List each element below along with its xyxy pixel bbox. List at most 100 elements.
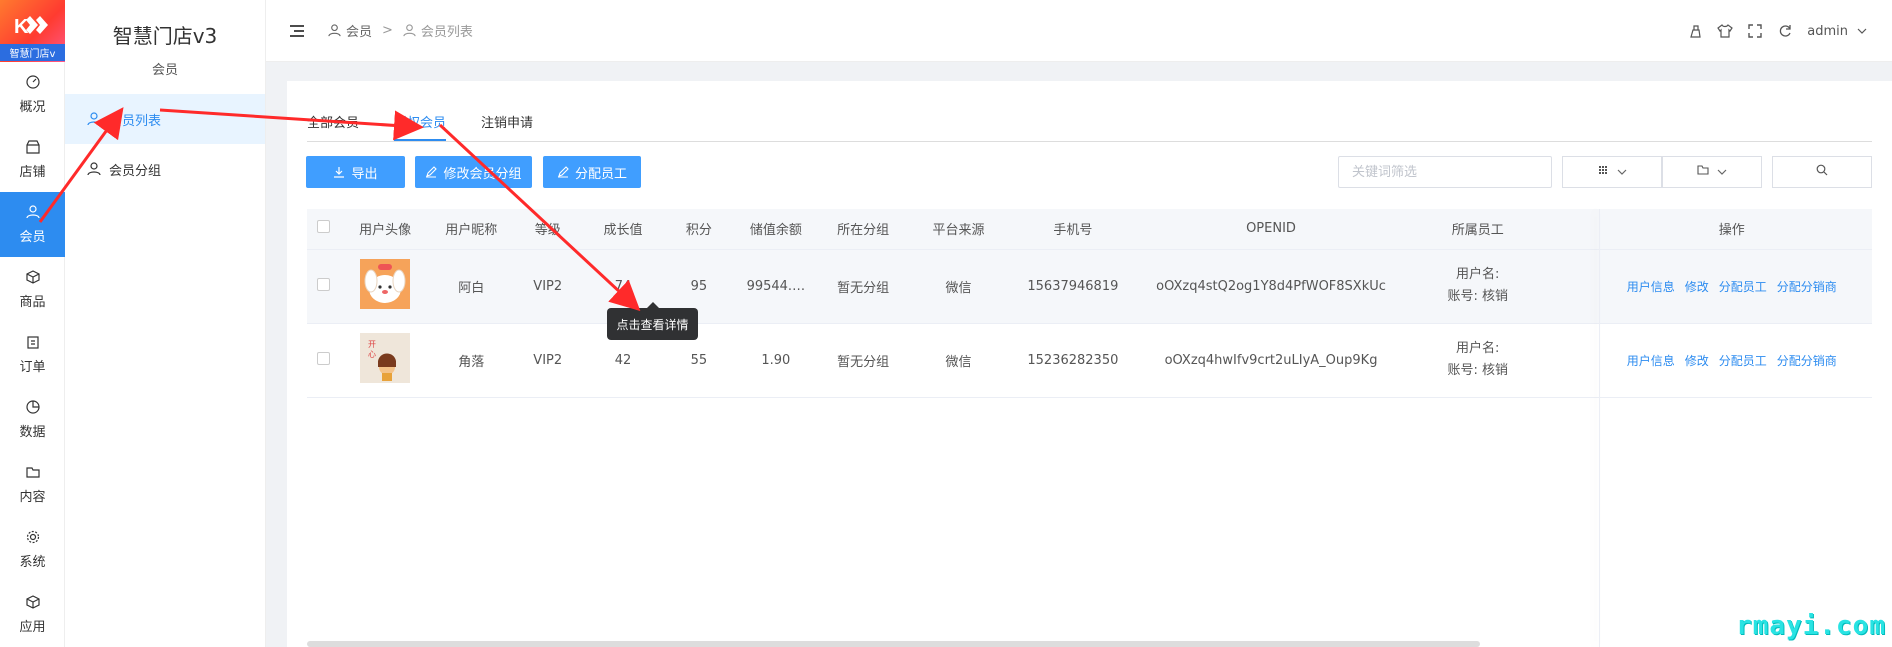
grid-icon [1597, 164, 1609, 180]
level-cell: VIP2 [511, 249, 584, 324]
level-cell: VIP2 [511, 323, 584, 398]
tab-authorized-members[interactable]: 授权会员 [394, 112, 447, 141]
phone-cell: 15637946819 [1006, 249, 1139, 324]
member-table: 用户头像 用户昵称 等级 成长值 积分 储值余额 所在分组 平台来源 手机号 O… [307, 209, 1872, 398]
spacer-header [1552, 209, 1592, 250]
assign-distributor-link[interactable]: 分配分销商 [1777, 354, 1837, 368]
select-all-checkbox[interactable] [316, 220, 330, 234]
avatar[interactable] [360, 259, 411, 309]
rail-item-overview[interactable]: 概况 [0, 62, 65, 127]
tab-cancel-requests[interactable]: 注销申请 [481, 112, 533, 141]
avatar-cell: 开心 [339, 323, 432, 398]
horizontal-scrollbar[interactable] [307, 641, 1480, 647]
table-row[interactable]: 阿白 VIP2 74 95 99544.… 暂无分组 微信 1563794681… [307, 249, 1872, 324]
edit-link[interactable]: 修改 [1685, 354, 1709, 368]
icon-rail: K 智慧门店v 概况 店铺 会员 商品 订单 数据 内容 系统 应用 [0, 0, 65, 647]
subnav-item-label: 会员分组 [109, 163, 162, 179]
assign-staff-link[interactable]: 分配员工 [1719, 280, 1767, 294]
column-header: OPENID [1138, 209, 1404, 250]
chevron-down-icon [1717, 165, 1727, 180]
keyword-search-input[interactable] [1338, 156, 1552, 188]
rail-item-data[interactable]: 数据 [0, 387, 65, 452]
folder-icon [25, 464, 41, 480]
search-button[interactable] [1772, 156, 1872, 188]
tab-all-members[interactable]: 全部会员 [307, 112, 359, 141]
actions-cell: 用户信息 修改 分配员工 分配分销商 [1591, 249, 1872, 324]
rail-item-system[interactable]: 系统 [0, 517, 65, 582]
user-icon [25, 204, 41, 220]
row-checkbox[interactable] [316, 277, 330, 291]
staff-username: 用户名: [1456, 341, 1500, 356]
select-all-cell [307, 209, 340, 250]
rail-item-label: 数据 [19, 425, 46, 440]
row-select-cell [307, 323, 340, 398]
fullscreen-icon[interactable] [1747, 23, 1763, 39]
breadcrumb-item[interactable]: 会员 [346, 21, 372, 40]
rail-item-label: 商品 [19, 295, 46, 310]
nickname-cell: 阿白 [431, 249, 512, 324]
rail-item-label: 内容 [19, 490, 46, 505]
menu-toggle-icon[interactable] [286, 20, 308, 42]
gear-icon [25, 529, 41, 545]
staff-cell: 用户名: 账号: 核销 [1403, 249, 1553, 324]
header-actions: admin [1687, 0, 1870, 62]
user-info-link[interactable]: 用户信息 [1627, 354, 1675, 368]
member-tabs: 全部会员 授权会员 注销申请 [307, 112, 1872, 142]
column-header: 积分 [662, 209, 736, 250]
assign-distributor-link[interactable]: 分配分销商 [1777, 280, 1837, 294]
breadcrumb-separator: > [382, 23, 393, 38]
rail-item-label: 订单 [19, 360, 46, 375]
export-button[interactable]: 导出 [306, 156, 405, 188]
table-row[interactable]: 开心 角落 VIP2 42 55 1.90 暂无分组 微信 1523628235… [307, 323, 1872, 398]
column-header: 用户头像 [339, 209, 432, 250]
app-logo[interactable]: K 智慧门店v [0, 0, 65, 62]
pie-icon [25, 399, 41, 415]
export-options-dropdown[interactable] [1662, 156, 1762, 188]
rail-item-goods[interactable]: 商品 [0, 257, 65, 322]
column-header: 等级 [511, 209, 584, 250]
subnav-item-member-list[interactable]: 会员列表 [65, 94, 265, 144]
chevron-down-icon[interactable] [1854, 23, 1870, 39]
edit-member-group-button[interactable]: 修改会员分组 [415, 156, 532, 188]
subnav-item-member-group[interactable]: 会员分组 [65, 144, 265, 194]
fixed-column-divider [1599, 209, 1600, 647]
rail-item-label: 应用 [19, 620, 46, 635]
edit-icon [557, 166, 569, 178]
clear-cache-icon[interactable] [1687, 23, 1703, 39]
user-info-link[interactable]: 用户信息 [1627, 280, 1675, 294]
user-icon [328, 23, 342, 38]
rail-item-order[interactable]: 订单 [0, 322, 65, 387]
user-icon [403, 23, 417, 38]
assign-staff-button[interactable]: 分配员工 [543, 156, 641, 188]
chevron-down-icon [1617, 165, 1627, 180]
rail-item-member[interactable]: 会员 [0, 192, 65, 257]
avatar[interactable]: 开心 [360, 333, 411, 383]
staff-account: 账号: 核销 [1447, 289, 1508, 304]
edit-link[interactable]: 修改 [1685, 280, 1709, 294]
column-header: 所属员工 [1403, 209, 1553, 250]
rail-item-content[interactable]: 内容 [0, 452, 65, 517]
refresh-icon[interactable] [1777, 23, 1793, 39]
main-card: 全部会员 授权会员 注销申请 导出 修改会员分组 分配员工 用户头像 用户昵称 … [287, 81, 1892, 647]
store-icon [25, 139, 41, 155]
staff-username: 用户名: [1456, 267, 1500, 282]
column-settings-dropdown[interactable] [1562, 156, 1662, 188]
rail-item-apps[interactable]: 应用 [0, 582, 65, 647]
balance-cell: 1.90 [735, 323, 817, 398]
column-header: 用户昵称 [431, 209, 512, 250]
user-menu-name[interactable]: admin [1807, 24, 1848, 39]
phone-cell: 15236282350 [1006, 323, 1139, 398]
column-header: 手机号 [1006, 209, 1139, 250]
edit-icon [425, 166, 438, 178]
row-checkbox[interactable] [316, 351, 330, 365]
spacer-cell [1552, 249, 1592, 324]
section-title: 会员 [151, 63, 178, 78]
assign-staff-link[interactable]: 分配员工 [1719, 354, 1767, 368]
cube-icon [25, 594, 41, 610]
rail-item-label: 概况 [19, 100, 46, 115]
clipboard-icon [25, 334, 41, 350]
rail-item-store[interactable]: 店铺 [0, 127, 65, 192]
breadcrumb: 会员 > 会员列表 [328, 21, 473, 40]
theme-shirt-icon[interactable] [1717, 23, 1734, 39]
nickname-cell: 角落 [431, 323, 512, 398]
